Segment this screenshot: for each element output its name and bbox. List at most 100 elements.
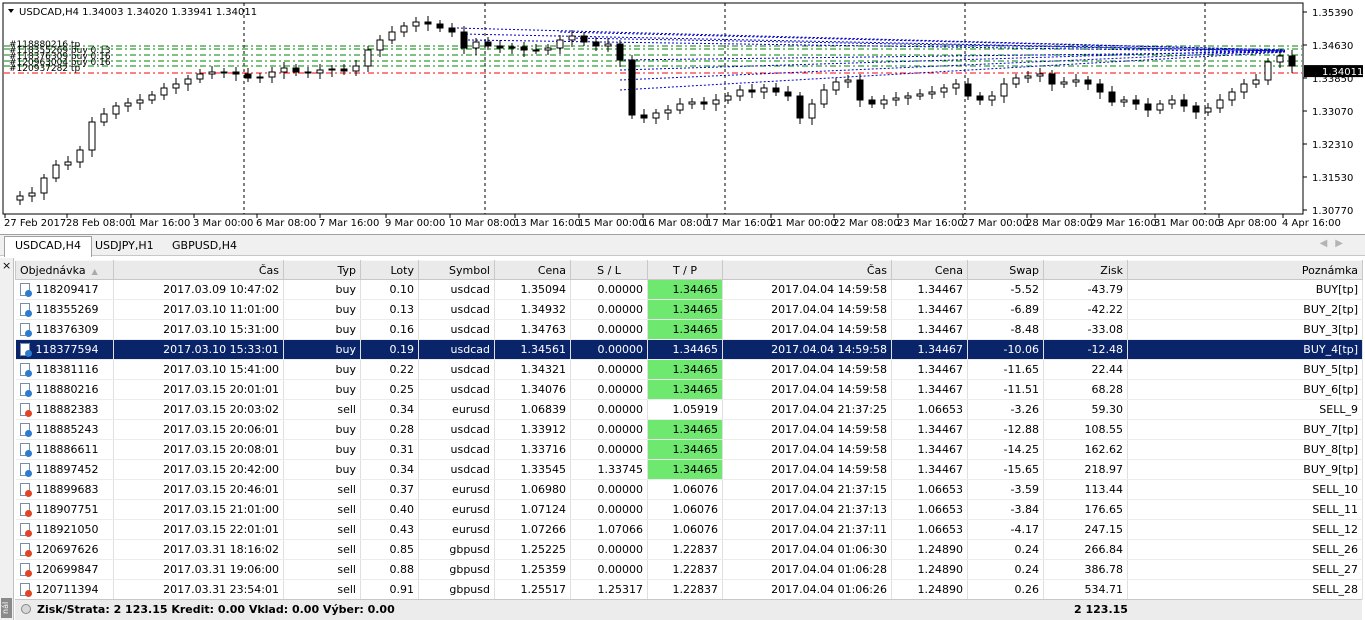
order-number: 118880216 — [35, 382, 99, 396]
cell-tp: 1.34465 — [647, 439, 723, 460]
close-icon[interactable]: × — [2, 259, 11, 272]
cell-order: 118377594 — [15, 339, 114, 360]
cell-tp: 1.34465 — [647, 419, 723, 440]
price-label: 1.34630 — [1312, 41, 1353, 52]
candle-body — [304, 71, 312, 74]
candle-body — [652, 112, 660, 119]
candle-body — [1024, 75, 1032, 79]
table-row[interactable]: 118209417 2017.03.09 10:47:02 buy 0.10 usdca… — [15, 279, 1363, 300]
cell-type: buy — [283, 279, 361, 300]
cell-comment: BUY_9[tp] — [1127, 459, 1363, 480]
cell-open-time: 2017.03.10 15:41:00 — [113, 359, 284, 380]
table-row[interactable]: 118885243 2017.03.15 20:06:01 buy 0.28 usdca… — [15, 419, 1363, 440]
cell-close-time: 2017.04.04 14:59:58 — [722, 339, 892, 360]
cell-type: sell — [283, 499, 361, 520]
col-header-swap[interactable]: Swap — [967, 260, 1044, 280]
order-number: 118355269 — [35, 302, 99, 316]
candle-body — [328, 68, 336, 71]
table-row[interactable]: 118921050 2017.03.15 22:01:01 sell 0.43 euru… — [15, 519, 1363, 540]
cell-close-price: 1.34467 — [891, 359, 968, 380]
col-header-type[interactable]: Typ — [283, 260, 361, 280]
cell-comment: SELL_9 — [1127, 399, 1363, 420]
tab-scroll-arrows[interactable]: ◀▶ — [1320, 238, 1351, 249]
candle-body — [1264, 61, 1272, 81]
col-header-open-price[interactable]: Cena — [494, 260, 571, 280]
terminal-side-label: nál — [1, 598, 12, 618]
candle-body — [472, 41, 480, 49]
col-header-tp[interactable]: T / P — [647, 260, 723, 280]
cell-close-time: 2017.04.04 14:59:58 — [722, 439, 892, 460]
cell-comment: BUY_6[tp] — [1127, 379, 1363, 400]
table-row[interactable]: 118880216 2017.03.15 20:01:01 buy 0.25 usdca… — [15, 379, 1363, 400]
table-row[interactable]: 118376309 2017.03.10 15:31:00 buy 0.16 usdca… — [15, 319, 1363, 340]
candle-body — [544, 47, 552, 51]
sell-order-icon — [19, 522, 32, 537]
col-header-comment[interactable]: Poznámka — [1127, 260, 1363, 280]
candle-body — [280, 67, 288, 73]
table-row[interactable]: 118899683 2017.03.15 20:46:01 sell 0.37 euru… — [15, 479, 1363, 500]
candle-body — [16, 195, 24, 201]
cell-comment: BUY[tp] — [1127, 279, 1363, 300]
tab-usdjpy-h1[interactable]: USDJPY,H1 — [85, 237, 164, 256]
price-chart[interactable]: 1.35390 1.34630 1.33850 1.33070 1.32310 1.315… — [0, 0, 1365, 234]
sell-order-icon — [19, 402, 32, 417]
table-row[interactable]: 118381116 2017.03.10 15:41:00 buy 0.22 usdca… — [15, 359, 1363, 380]
cell-open-price: 1.25359 — [494, 559, 571, 580]
table-row[interactable]: 118377594 2017.03.10 15:33:01 buy 0.19 usdca… — [15, 339, 1363, 360]
buy-order-icon — [19, 462, 32, 477]
buy-order-icon — [19, 302, 32, 317]
col-header-close-price[interactable]: Cena — [891, 260, 968, 280]
candle-body — [964, 83, 972, 97]
table-row[interactable]: 120699847 2017.03.31 19:06:00 sell 0.88 gbpu… — [15, 559, 1363, 580]
candle-body — [76, 149, 84, 163]
tab-usdcad-h4[interactable]: USDCAD,H4 — [4, 236, 92, 257]
buy-order-icon — [19, 282, 32, 297]
cell-symbol: eurusd — [418, 519, 495, 540]
cell-close-price: 1.34467 — [891, 419, 968, 440]
order-number: 118921050 — [35, 522, 99, 536]
chart-tab-bar: USDCAD,H4 USDJPY,H1 GBPUSD,H4 ◀▶ — [0, 234, 1365, 257]
col-header-open-time[interactable]: Čas — [113, 260, 284, 280]
candle-body — [232, 71, 240, 75]
chart-canvas[interactable]: 1.353901.346301.338501.330701.323101.315… — [0, 0, 1365, 234]
candle-body — [1228, 91, 1236, 101]
candle-body — [940, 87, 948, 93]
col-header-sl[interactable]: S / L — [570, 260, 648, 280]
time-label: 28 Mar 08:00 — [1026, 218, 1093, 229]
cell-close-time: 2017.04.04 14:59:58 — [722, 279, 892, 300]
cell-sl: 0.00000 — [570, 479, 648, 500]
cell-order: 118897452 — [15, 459, 114, 480]
table-row[interactable]: 120711394 2017.03.31 23:54:01 sell 0.91 gbpu… — [15, 579, 1363, 600]
candle-body — [1084, 79, 1092, 85]
cell-swap: 0.24 — [967, 539, 1044, 560]
cell-open-time: 2017.03.10 11:01:00 — [113, 299, 284, 320]
table-row[interactable]: 118355269 2017.03.10 11:01:00 buy 0.13 usdca… — [15, 299, 1363, 320]
table-row[interactable]: 118882383 2017.03.15 20:03:02 sell 0.34 euru… — [15, 399, 1363, 420]
cell-open-price: 1.25517 — [494, 579, 571, 600]
candle-body — [796, 95, 804, 119]
time-label: 27 Feb 2017 — [4, 218, 66, 229]
candle-body — [112, 105, 120, 115]
col-header-lots[interactable]: Loty — [360, 260, 419, 280]
cell-open-price: 1.06980 — [494, 479, 571, 500]
candle-body — [868, 99, 876, 105]
cell-open-time: 2017.03.15 22:01:01 — [113, 519, 284, 540]
col-header-symbol[interactable]: Symbol — [418, 260, 495, 280]
tab-gbpusd-h4[interactable]: GBPUSD,H4 — [162, 237, 247, 256]
col-header-close-time[interactable]: Čas — [722, 260, 892, 280]
candle-body — [1060, 81, 1068, 85]
table-row[interactable]: 118886611 2017.03.15 20:08:01 buy 0.31 usdca… — [15, 439, 1363, 460]
cell-symbol: gbpusd — [418, 579, 495, 600]
col-header-order[interactable]: Objednávka ▲ — [15, 260, 114, 280]
cell-symbol: usdcad — [418, 319, 495, 340]
table-row[interactable]: 118907751 2017.03.15 21:01:00 sell 0.40 euru… — [15, 499, 1363, 520]
col-header-profit[interactable]: Zisk — [1043, 260, 1128, 280]
candle-body — [1168, 99, 1176, 105]
cell-sl: 1.33745 — [570, 459, 648, 480]
table-row[interactable]: 118897452 2017.03.15 20:42:00 buy 0.34 usdca… — [15, 459, 1363, 480]
cell-type: buy — [283, 379, 361, 400]
candle-body — [484, 41, 492, 47]
cell-sl: 0.00000 — [570, 339, 648, 360]
cell-tp: 1.06076 — [647, 479, 723, 500]
table-row[interactable]: 120697626 2017.03.31 18:16:02 sell 0.85 gbpu… — [15, 539, 1363, 560]
